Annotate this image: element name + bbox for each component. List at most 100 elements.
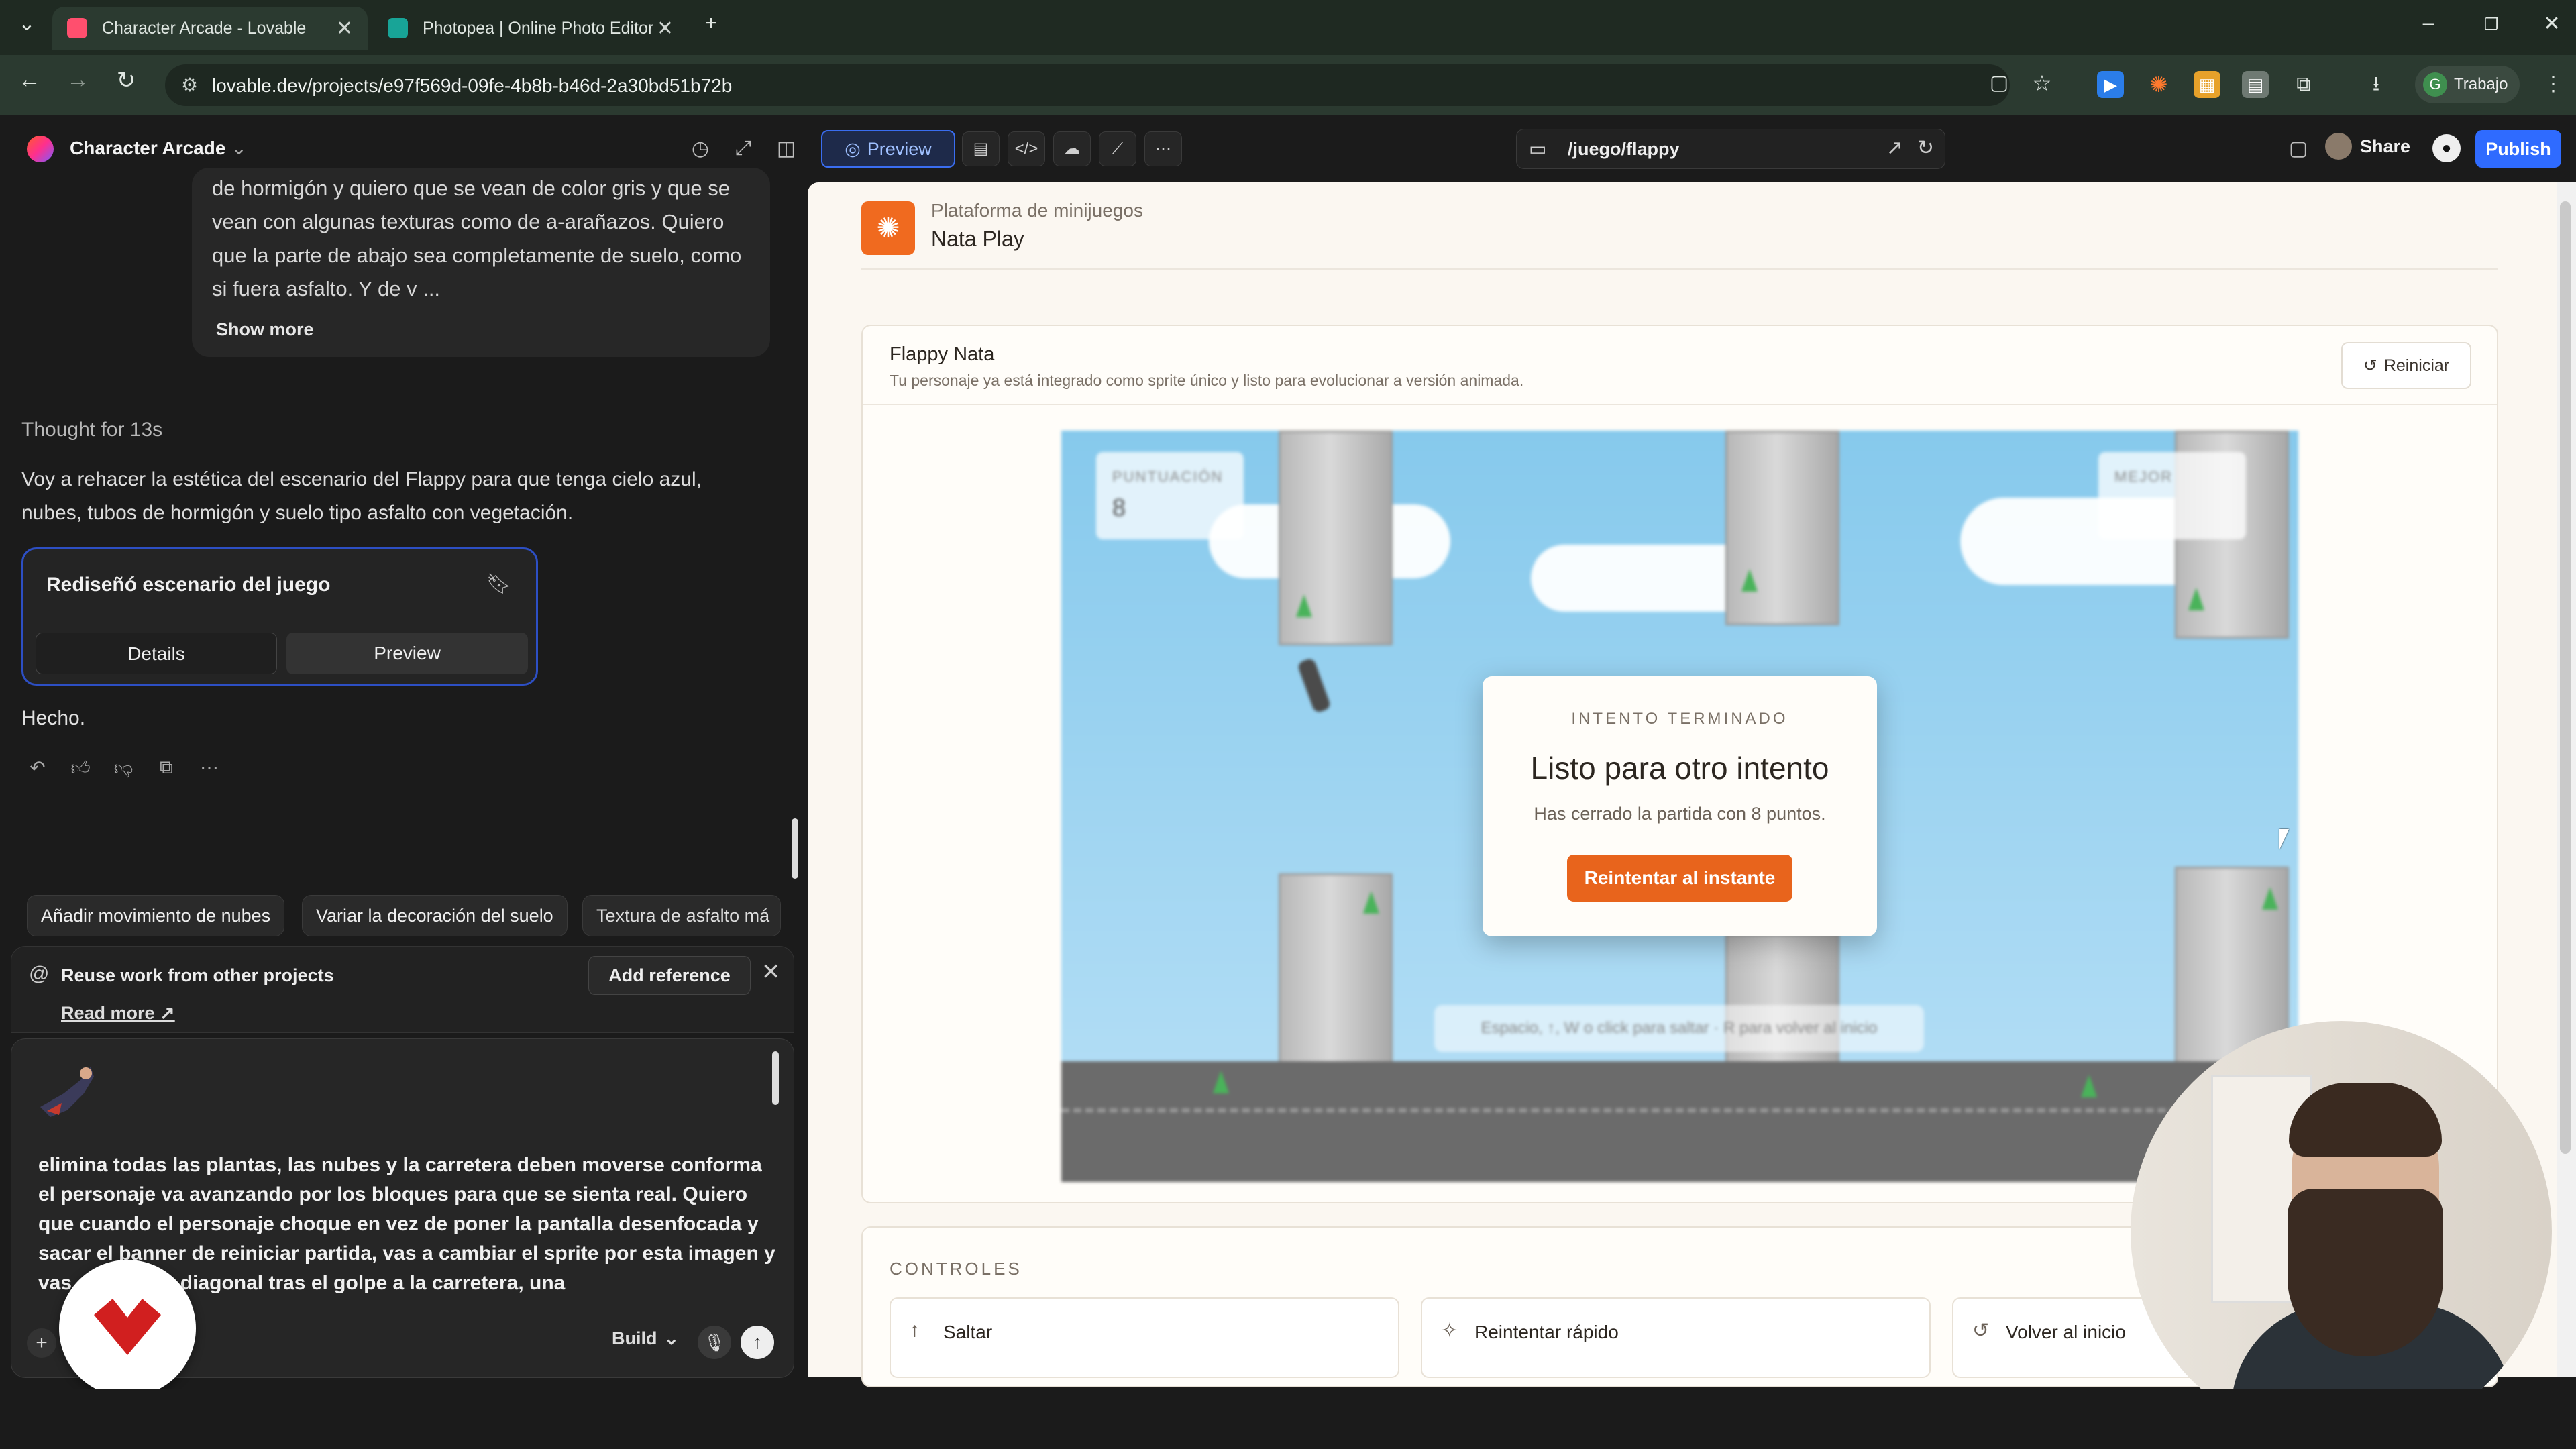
browser-menu-icon[interactable]: ⋮ bbox=[2540, 71, 2567, 98]
plant-decoration bbox=[2188, 588, 2204, 610]
game-over-modal: INTENTO TERMINADO Listo para otro intent… bbox=[1483, 676, 1877, 936]
extension-play-icon[interactable]: ▶ bbox=[2097, 71, 2124, 98]
close-icon[interactable]: ✕ bbox=[761, 959, 781, 985]
preview-tab-button[interactable]: ◎ Preview bbox=[821, 130, 955, 168]
arrow-up-icon: ↑ bbox=[910, 1319, 920, 1341]
add-reference-button[interactable]: Add reference bbox=[588, 956, 751, 995]
profile-label: Trabajo bbox=[2454, 75, 2508, 93]
read-more-link[interactable]: Read more ↗ bbox=[61, 1003, 175, 1024]
user-message: de hormigón y quiero que se vean de colo… bbox=[192, 168, 770, 357]
game-subtitle: Tu personaje ya está integrado como spri… bbox=[890, 372, 1524, 389]
close-tab-icon[interactable]: ✕ bbox=[336, 17, 353, 40]
back-icon[interactable]: ← bbox=[13, 67, 46, 93]
photopea-favicon-icon bbox=[388, 18, 408, 38]
more-actions-icon[interactable]: ⋯ bbox=[196, 757, 223, 779]
reload-icon[interactable]: ↻ bbox=[110, 67, 142, 94]
extension-grid-icon[interactable]: ▤ bbox=[2242, 71, 2269, 98]
control-quick-retry: ✧ Reintentar rápido bbox=[1421, 1297, 1931, 1378]
control-label: Saltar bbox=[943, 1322, 993, 1342]
code-icon[interactable]: </> bbox=[1008, 131, 1045, 166]
restart-icon: ↺ bbox=[2363, 356, 2377, 375]
tab-list-chevron-icon[interactable]: ⌄ bbox=[13, 12, 40, 36]
restore-icon[interactable]: ❐ bbox=[2478, 15, 2505, 34]
sidebar-toggle-icon[interactable]: ◫ bbox=[773, 137, 800, 160]
analytics-icon[interactable]: ⟋ bbox=[1099, 131, 1136, 166]
assistant-done: Hecho. bbox=[21, 707, 86, 729]
edit-card-title: Rediseñó escenario del juego bbox=[46, 574, 331, 596]
show-more-link[interactable]: Show more bbox=[216, 319, 314, 340]
chevron-down-icon: ⌄ bbox=[231, 138, 247, 158]
site-settings-icon[interactable]: ⚙ bbox=[181, 74, 198, 96]
app-name: Nata Play bbox=[931, 227, 1024, 251]
tab-photopea[interactable]: Photopea | Online Photo Editor ✕ bbox=[373, 7, 688, 50]
globe-icon: ◎ bbox=[845, 138, 861, 159]
plant-decoration bbox=[1741, 569, 1758, 592]
player-sprite bbox=[1297, 657, 1332, 714]
history-icon[interactable]: ◷ bbox=[687, 137, 714, 160]
pipe-top bbox=[1725, 431, 1839, 625]
assistant-reply: Voy a rehacer la estética del escenario … bbox=[21, 468, 702, 524]
divider bbox=[861, 268, 2498, 270]
close-tab-icon[interactable]: ✕ bbox=[657, 17, 674, 40]
attached-sprite-image[interactable] bbox=[27, 1053, 107, 1134]
project-name[interactable]: Character Arcade ⌄ bbox=[70, 137, 247, 159]
url-bar[interactable]: ⚙ lovable.dev/projects/e97f569d-09fe-4b8… bbox=[165, 64, 2010, 106]
forward-icon[interactable]: → bbox=[62, 67, 94, 93]
expand-icon[interactable]: ⤢ bbox=[730, 137, 757, 160]
retry-button[interactable]: Reintentar al instante bbox=[1567, 855, 1792, 902]
extensions-puzzle-icon[interactable]: ⧉ bbox=[2290, 71, 2317, 98]
new-tab-button[interactable]: + bbox=[698, 12, 724, 35]
minimize-icon[interactable]: – bbox=[2415, 12, 2442, 35]
composer-scrollbar[interactable] bbox=[772, 1051, 779, 1105]
controls-hint: Espacio, ↑, W o click para saltar · R pa… bbox=[1434, 1005, 1924, 1052]
modal-eyebrow: INTENTO TERMINADO bbox=[1571, 710, 1788, 728]
chat-bubble-icon[interactable]: ▢ bbox=[2285, 137, 2312, 160]
download-icon[interactable]: ⭳ bbox=[2363, 71, 2390, 98]
file-icon[interactable]: ▤ bbox=[962, 131, 1000, 166]
device-icon[interactable]: ▭ bbox=[1529, 138, 1546, 160]
add-attachment-icon[interactable]: + bbox=[27, 1328, 56, 1358]
close-window-icon[interactable]: ✕ bbox=[2538, 12, 2565, 36]
divider bbox=[863, 404, 2497, 405]
send-button[interactable]: ↑ bbox=[741, 1326, 774, 1359]
cloud-icon[interactable]: ☁ bbox=[1053, 131, 1091, 166]
tab-title: Character Arcade - Lovable bbox=[102, 18, 307, 38]
thumbs-down-icon[interactable]: 👎︎ bbox=[110, 757, 137, 780]
open-external-icon[interactable]: ↗ bbox=[1886, 136, 1903, 160]
chat-scrollbar[interactable] bbox=[792, 818, 798, 879]
card-preview-button[interactable]: Preview bbox=[286, 633, 528, 674]
suggestion-chip[interactable]: Añadir movimiento de nubes bbox=[27, 895, 285, 936]
github-icon[interactable]: ● bbox=[2432, 134, 2461, 162]
thumbs-up-icon[interactable]: 👍︎ bbox=[67, 757, 94, 780]
extension-asterisk-icon[interactable]: ✺ bbox=[2145, 71, 2172, 98]
page-icon[interactable]: ▢ bbox=[1986, 70, 2012, 97]
more-icon[interactable]: ⋯ bbox=[1144, 131, 1182, 166]
undo-icon[interactable]: ↶ bbox=[24, 757, 51, 779]
share-button[interactable]: Share bbox=[2325, 133, 2410, 160]
bookmark-star-icon[interactable]: ☆ bbox=[2029, 70, 2055, 97]
chevron-down-icon: ⌄ bbox=[663, 1328, 680, 1348]
suggestion-chip[interactable]: Variar la decoración del suelo bbox=[302, 895, 568, 936]
details-button[interactable]: Details bbox=[36, 633, 277, 674]
profile-chip[interactable]: G Trabajo bbox=[2415, 66, 2520, 103]
copy-icon[interactable]: ⧉ bbox=[153, 757, 180, 779]
plant-decoration bbox=[1296, 594, 1312, 617]
mouse-cursor-icon bbox=[2279, 829, 2289, 849]
plant-decoration bbox=[2081, 1075, 2097, 1097]
microphone-icon[interactable]: 🎙︎ bbox=[698, 1326, 731, 1359]
tab-character-arcade[interactable]: Character Arcade - Lovable ✕ bbox=[52, 7, 368, 50]
lovable-logo-icon[interactable] bbox=[27, 136, 54, 162]
controls-title: CONTROLES bbox=[890, 1258, 1022, 1279]
preview-scrollbar-thumb[interactable] bbox=[2560, 201, 2571, 1154]
bookmark-icon[interactable]: 🔖︎ bbox=[486, 572, 512, 596]
edit-card[interactable]: Rediseñó escenario del juego 🔖︎ Details … bbox=[21, 547, 538, 686]
best-label: MEJOR bbox=[2114, 468, 2173, 485]
route-bar[interactable]: ▭ /juego/flappy ↗ ↻ bbox=[1516, 129, 1945, 169]
suggestion-chip[interactable]: Textura de asfalto má bbox=[582, 895, 781, 936]
restart-button[interactable]: ↺ Reiniciar bbox=[2341, 342, 2471, 389]
publish-button[interactable]: Publish bbox=[2475, 130, 2561, 168]
refresh-icon[interactable]: ↻ bbox=[1917, 136, 1934, 160]
thought-duration[interactable]: Thought for 13s bbox=[21, 419, 162, 441]
build-mode-dropdown[interactable]: Build ⌄ bbox=[612, 1328, 679, 1349]
extension-new-icon[interactable]: ▦ bbox=[2194, 71, 2220, 98]
